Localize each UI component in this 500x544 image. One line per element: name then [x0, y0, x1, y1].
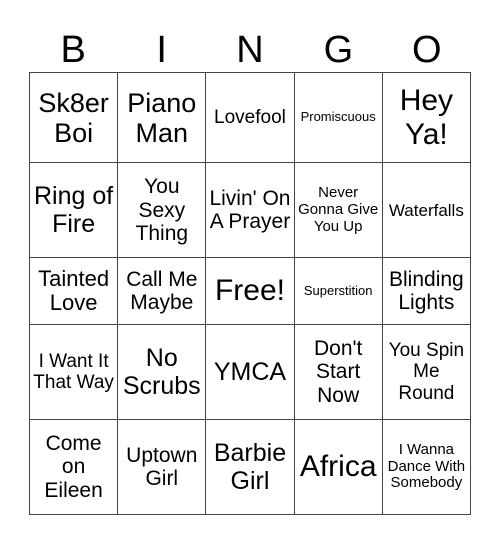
bingo-header: B I N G O: [29, 28, 471, 72]
grid-row: Ring of Fire You Sexy Thing Livin' On A …: [28, 162, 472, 259]
header-letter-i: I: [156, 29, 167, 71]
grid-row: I Want It That Way No Scrubs YMCA Don't …: [28, 324, 472, 421]
bingo-cell[interactable]: Superstition: [293, 257, 383, 326]
bingo-cell[interactable]: Piano Man: [117, 71, 207, 164]
bingo-cell[interactable]: Livin' On A Prayer: [205, 162, 295, 259]
bingo-cell[interactable]: Ring of Fire: [28, 162, 119, 259]
bingo-cell[interactable]: I Want It That Way: [28, 324, 119, 421]
bingo-cell[interactable]: Blinding Lights: [381, 257, 472, 326]
bingo-cell[interactable]: Barbie Girl: [205, 419, 295, 515]
grid-row: Come on Eileen Uptown Girl Barbie Girl A…: [28, 419, 472, 515]
grid-row: Sk8er Boi Piano Man Lovefool Promiscuous…: [28, 71, 472, 164]
bingo-cell[interactable]: Promiscuous: [293, 71, 383, 164]
bingo-cell[interactable]: Tainted Love: [28, 257, 119, 326]
header-letter-o: O: [412, 29, 442, 71]
bingo-cell[interactable]: Don't Start Now: [293, 324, 383, 421]
bingo-cell[interactable]: Waterfalls: [381, 162, 472, 259]
bingo-cell[interactable]: Africa: [293, 419, 383, 515]
bingo-cell[interactable]: You Spin Me Round: [381, 324, 472, 421]
bingo-cell[interactable]: Uptown Girl: [117, 419, 207, 515]
header-letter-n: N: [236, 29, 264, 71]
bingo-cell[interactable]: Come on Eileen: [28, 419, 119, 515]
bingo-cell[interactable]: Sk8er Boi: [28, 71, 119, 164]
bingo-cell[interactable]: YMCA: [205, 324, 295, 421]
bingo-cell[interactable]: I Wanna Dance With Somebody: [381, 419, 472, 515]
free-space-cell[interactable]: Free!: [205, 257, 295, 326]
bingo-cell[interactable]: No Scrubs: [117, 324, 207, 421]
bingo-grid: Sk8er Boi Piano Man Lovefool Promiscuous…: [28, 71, 472, 515]
bingo-cell[interactable]: Lovefool: [205, 71, 295, 164]
header-letter-g: G: [323, 29, 354, 71]
bingo-cell[interactable]: Hey Ya!: [381, 71, 472, 164]
grid-row: Tainted Love Call Me Maybe Free! Superst…: [28, 257, 472, 326]
bingo-cell[interactable]: Never Gonna Give You Up: [293, 162, 383, 259]
bingo-cell[interactable]: Call Me Maybe: [117, 257, 207, 326]
header-letter-b: B: [60, 29, 86, 71]
bingo-cell[interactable]: You Sexy Thing: [117, 162, 207, 259]
